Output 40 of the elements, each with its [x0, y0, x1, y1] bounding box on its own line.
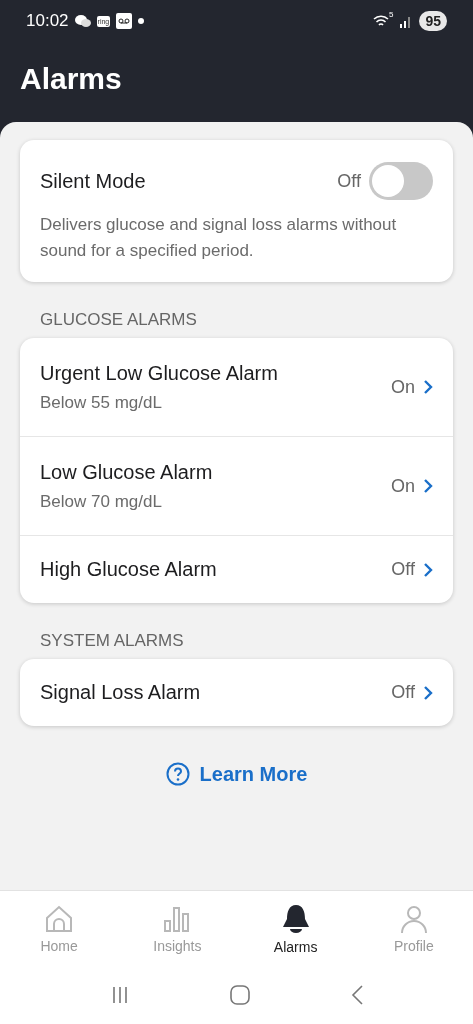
- chevron-icon: [423, 561, 433, 578]
- person-icon: [398, 903, 429, 934]
- alarm-row[interactable]: Urgent Low Glucose Alarm Below 55 mg/dL On: [20, 338, 453, 437]
- nav-tab[interactable]: Alarms: [236, 891, 355, 966]
- alarm-state: Off: [391, 682, 415, 703]
- toggle-state: Off: [337, 170, 361, 192]
- section-heading: SYSTEM ALARMS: [40, 631, 185, 651]
- home-icon: [44, 903, 75, 934]
- chevron-icon: [423, 478, 433, 494]
- bell-icon: [280, 902, 311, 935]
- silent-mode-description: Delivers glucose and signal loss alarms without sound for a specified period.: [40, 214, 398, 262]
- voicemail-icon: [116, 13, 133, 29]
- dot-icon: [138, 18, 145, 24]
- status-time: 10:02: [26, 11, 69, 31]
- help-icon: [165, 762, 190, 786]
- back-icon[interactable]: [349, 984, 364, 1006]
- alarm-row[interactable]: Signal Loss Alarm Off: [20, 659, 453, 726]
- chevron-icon: [423, 684, 433, 701]
- alarm-row[interactable]: Low Glucose Alarm Below 70 mg/dL On: [20, 437, 453, 536]
- silent-mode-toggle[interactable]: [369, 162, 433, 200]
- chat-icon: [74, 14, 91, 28]
- home-button-icon[interactable]: [228, 984, 251, 1006]
- alarm-threshold: Below 70 mg/dL: [40, 491, 163, 512]
- section-heading: GLUCOSE ALARMS: [40, 310, 198, 330]
- alarm-state: Off: [391, 559, 415, 580]
- alarm-title: Low Glucose Alarm: [40, 460, 214, 484]
- alarm-title: High Glucose Alarm: [40, 558, 218, 581]
- alarm-title: Urgent Low Glucose Alarm: [40, 361, 279, 385]
- wifi-label: 5: [388, 10, 394, 19]
- alarm-row[interactable]: High Glucose Alarm Off: [20, 536, 453, 603]
- silent-mode-title: Silent Mode: [40, 169, 147, 193]
- alarm-state: On: [391, 475, 415, 497]
- battery-level: 95: [419, 11, 447, 31]
- learn-more-link[interactable]: Learn More: [165, 762, 308, 786]
- alarm-threshold: Below 55 mg/dL: [40, 392, 163, 413]
- alarm-title: Signal Loss Alarm: [40, 681, 202, 704]
- page-title: Alarms: [19, 61, 123, 97]
- chevron-icon: [423, 379, 433, 395]
- alarm-state: On: [391, 376, 415, 398]
- wifi-icon: [372, 14, 389, 28]
